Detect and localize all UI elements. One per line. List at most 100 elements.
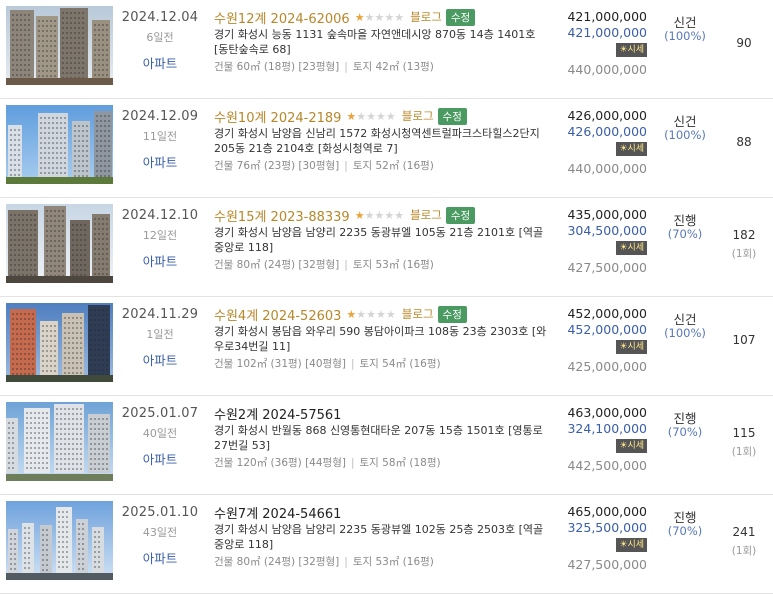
property-address: 경기 화성시 남양읍 남양리 2235 동광뷰엘 102동 25층 2503호 …: [214, 523, 544, 551]
market-price-button[interactable]: ☀시세: [616, 439, 647, 453]
case-number-link[interactable]: 수원4계 2024-52603: [214, 305, 341, 324]
star-icon: ★: [376, 307, 386, 321]
view-count: 88: [736, 135, 752, 149]
building-area: 건물 76㎡ (23평) [30평형]: [214, 160, 340, 172]
property-address: 경기 화성시 봉담읍 와우리 590 봉담아이파크 108동 23층 2303호…: [214, 325, 547, 353]
building: [36, 16, 58, 85]
case-number-link[interactable]: 수원12계 2024-62006: [214, 8, 350, 27]
star-icon: ★: [346, 109, 357, 123]
minimum-bid-price: 452,000,000: [567, 322, 647, 337]
days-ago: 1일전: [146, 328, 174, 341]
divider: |: [350, 358, 355, 370]
apartment-photo[interactable]: [6, 501, 113, 580]
market-price-label: 시세: [627, 441, 644, 451]
modified-badge: 수정: [445, 8, 476, 26]
case-number-link[interactable]: 수원7계 2024-54661: [214, 503, 341, 522]
apartment-photo-art: [6, 204, 113, 283]
market-price: 442,500,000: [567, 458, 647, 473]
market-price: 425,000,000: [567, 359, 647, 374]
area-specs: 건물 60㎡ (18평) [23평형] | 토지 42㎡ (13평): [214, 59, 434, 74]
blog-link[interactable]: 블로그: [410, 9, 442, 25]
building: [92, 20, 110, 85]
property-type-link[interactable]: 아파트: [118, 251, 202, 270]
case-header: 수원2계 2024-57561: [214, 404, 341, 423]
building: [44, 206, 66, 283]
failed-bid-count: (1회): [731, 545, 757, 557]
building: [38, 113, 68, 179]
star-icon: ★: [385, 109, 396, 123]
listing-row[interactable]: 2025.01.07 40일전 아파트 수원2계 2024-57561 경기 화성시 반…: [0, 396, 773, 495]
listing-row[interactable]: 2024.12.10 12일전 아파트 수원15계 2023-88339 ★ ★ ★ ★ ★ 블로…: [0, 198, 773, 297]
star-icon: ★: [356, 307, 367, 321]
star-icon: ★: [346, 307, 357, 321]
rating-stars: ★ ★ ★ ★ ★: [346, 111, 395, 122]
building: [10, 309, 36, 382]
ground: [6, 375, 113, 382]
star-icon: ★: [384, 10, 395, 24]
market-price-button[interactable]: ☀시세: [616, 43, 647, 57]
case-number-link[interactable]: 수원2계 2024-57561: [214, 404, 341, 423]
days-ago: 12일전: [142, 229, 178, 242]
appraisal-price: 452,000,000: [567, 306, 647, 321]
market-price-label: 시세: [627, 45, 644, 55]
apartment-photo[interactable]: [6, 303, 113, 382]
case-number-link[interactable]: 수원10계 2024-2189: [214, 107, 341, 126]
building: [8, 125, 22, 184]
minimum-bid-price: 426,000,000: [567, 124, 647, 139]
blog-link[interactable]: 블로그: [410, 207, 442, 223]
divider: |: [350, 457, 355, 469]
case-number-link[interactable]: 수원15계 2023-88339: [214, 206, 350, 225]
apartment-photo-art: [6, 402, 113, 481]
building-area: 건물 120㎡ (36평) [44평형]: [214, 457, 346, 469]
land-area: 토지 53㎡ (16평): [352, 259, 434, 271]
apartment-photo-art: [6, 105, 113, 184]
building: [24, 408, 50, 473]
building: [56, 507, 72, 574]
property-address: 경기 화성시 남양읍 신남리 1572 화성시청역센트럴파크스타힐스2단지 20…: [214, 127, 540, 155]
star-icon: ★: [356, 109, 367, 123]
listing-row[interactable]: 2024.12.09 11일전 아파트 수원10계 2024-2189 ★ ★ ★ ★ ★ 블로그…: [0, 99, 773, 198]
apartment-photo[interactable]: [6, 6, 113, 85]
star-icon: ★: [374, 10, 385, 24]
apartment-photo[interactable]: [6, 402, 113, 481]
area-specs: 건물 76㎡ (23평) [30평형] | 토지 52㎡ (16평): [214, 158, 434, 173]
property-type-link[interactable]: 아파트: [118, 548, 202, 567]
minimum-bid-price: 421,000,000: [567, 25, 647, 40]
building: [60, 8, 88, 85]
land-area: 토지 52㎡ (16평): [352, 160, 434, 172]
star-icon: ★: [385, 307, 396, 321]
minimum-bid-price: 304,500,000: [567, 223, 647, 238]
building: [40, 321, 58, 382]
apartment-photo[interactable]: [6, 204, 113, 283]
star-icon: ★: [364, 10, 375, 24]
case-header: 수원12계 2024-62006 ★ ★ ★ ★ ★ 블로그 수정: [214, 8, 476, 27]
property-type-link[interactable]: 아파트: [118, 53, 202, 72]
listing-row[interactable]: 2024.11.29 1일전 아파트 수원4계 2024-52603 ★ ★ ★ ★ ★ 블로그 수…: [0, 297, 773, 396]
star-icon: ★: [366, 109, 377, 123]
market-price-label: 시세: [627, 540, 644, 550]
listing-row[interactable]: 2024.12.04 6일전 아파트 수원12계 2024-62006 ★ ★ ★ ★ ★ 블로그…: [0, 0, 773, 99]
market-price-button[interactable]: ☀시세: [616, 142, 647, 156]
building: [76, 519, 88, 574]
market-price-button[interactable]: ☀시세: [616, 241, 647, 255]
apartment-photo-art: [6, 303, 113, 382]
apartment-photo[interactable]: [6, 105, 113, 184]
market-price-label: 시세: [627, 144, 644, 154]
market-price-button[interactable]: ☀시세: [616, 538, 647, 552]
market-price-label: 시세: [627, 342, 644, 352]
property-type-link[interactable]: 아파트: [118, 350, 202, 369]
property-type-link[interactable]: 아파트: [118, 449, 202, 468]
divider: |: [344, 259, 348, 271]
appraisal-price: 426,000,000: [567, 108, 647, 123]
building-area: 건물 80㎡ (24평) [32평형]: [214, 556, 340, 568]
blog-link[interactable]: 블로그: [402, 306, 434, 322]
market-price-button[interactable]: ☀시세: [616, 340, 647, 354]
auction-date: 2024.12.09: [121, 109, 199, 124]
appraisal-price: 435,000,000: [567, 207, 647, 222]
property-type-link[interactable]: 아파트: [118, 152, 202, 171]
failed-bid-count: (1회): [731, 248, 757, 260]
blog-link[interactable]: 블로그: [402, 108, 434, 124]
divider: |: [344, 61, 348, 73]
appraisal-price: 465,000,000: [567, 504, 647, 519]
listing-row[interactable]: 2025.01.10 43일전 아파트 수원7계 2024-54661 경기 화성시 남…: [0, 495, 773, 594]
